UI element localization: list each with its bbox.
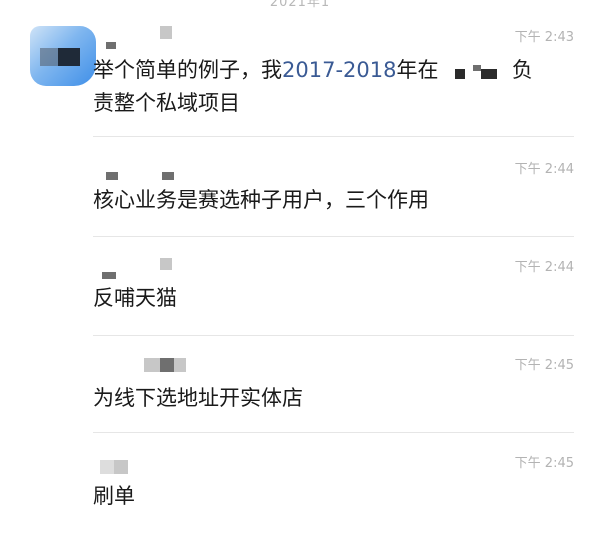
message-divider — [93, 136, 574, 137]
sender-name-redacted — [100, 256, 220, 279]
conversation-date: 2021年1 — [269, 0, 331, 10]
message-text-part: 负 — [511, 58, 533, 82]
message-timestamp: 下午 2:43 — [514, 30, 574, 45]
chat-message[interactable]: 下午 2:45 刷单 — [0, 452, 600, 522]
message-text[interactable]: 举个简单的例子，我2017-2018年在 负 责整个私域项目 — [93, 54, 573, 120]
message-divider — [93, 432, 574, 433]
message-timestamp: 下午 2:45 — [514, 358, 574, 373]
chat-message[interactable]: 下午 2:45 为线下选地址开实体店 — [0, 354, 600, 424]
redacted-company-name — [445, 64, 505, 79]
message-text[interactable]: 为线下选地址开实体店 — [93, 382, 573, 415]
message-text-part: 年在 — [396, 58, 439, 82]
message-divider — [93, 335, 574, 336]
message-divider — [93, 236, 574, 237]
chat-message[interactable]: 下午 2:43 举个简单的例子，我2017-2018年在 负 责整个私域项目 — [0, 26, 600, 115]
sender-name-redacted — [100, 452, 220, 474]
message-timestamp: 下午 2:44 — [514, 162, 574, 177]
sender-name-redacted — [100, 354, 220, 372]
message-text[interactable]: 反哺天猫 — [93, 282, 573, 315]
chat-message[interactable]: 下午 2:44 反哺天猫 — [0, 256, 600, 326]
message-timestamp: 下午 2:44 — [514, 260, 574, 275]
message-text[interactable]: 刷单 — [93, 480, 573, 513]
year-range-link[interactable]: 2017-2018 — [282, 58, 396, 82]
message-timestamp: 下午 2:45 — [514, 456, 574, 471]
sender-name-redacted — [100, 158, 220, 180]
message-text[interactable]: 核心业务是赛选种子用户，三个作用 — [93, 184, 573, 217]
message-text-part: 举个简单的例子，我 — [93, 58, 282, 82]
message-text-part: 责整个私域项目 — [93, 91, 240, 115]
sender-name-redacted — [100, 26, 220, 49]
chat-message[interactable]: 下午 2:44 核心业务是赛选种子用户，三个作用 — [0, 158, 600, 228]
